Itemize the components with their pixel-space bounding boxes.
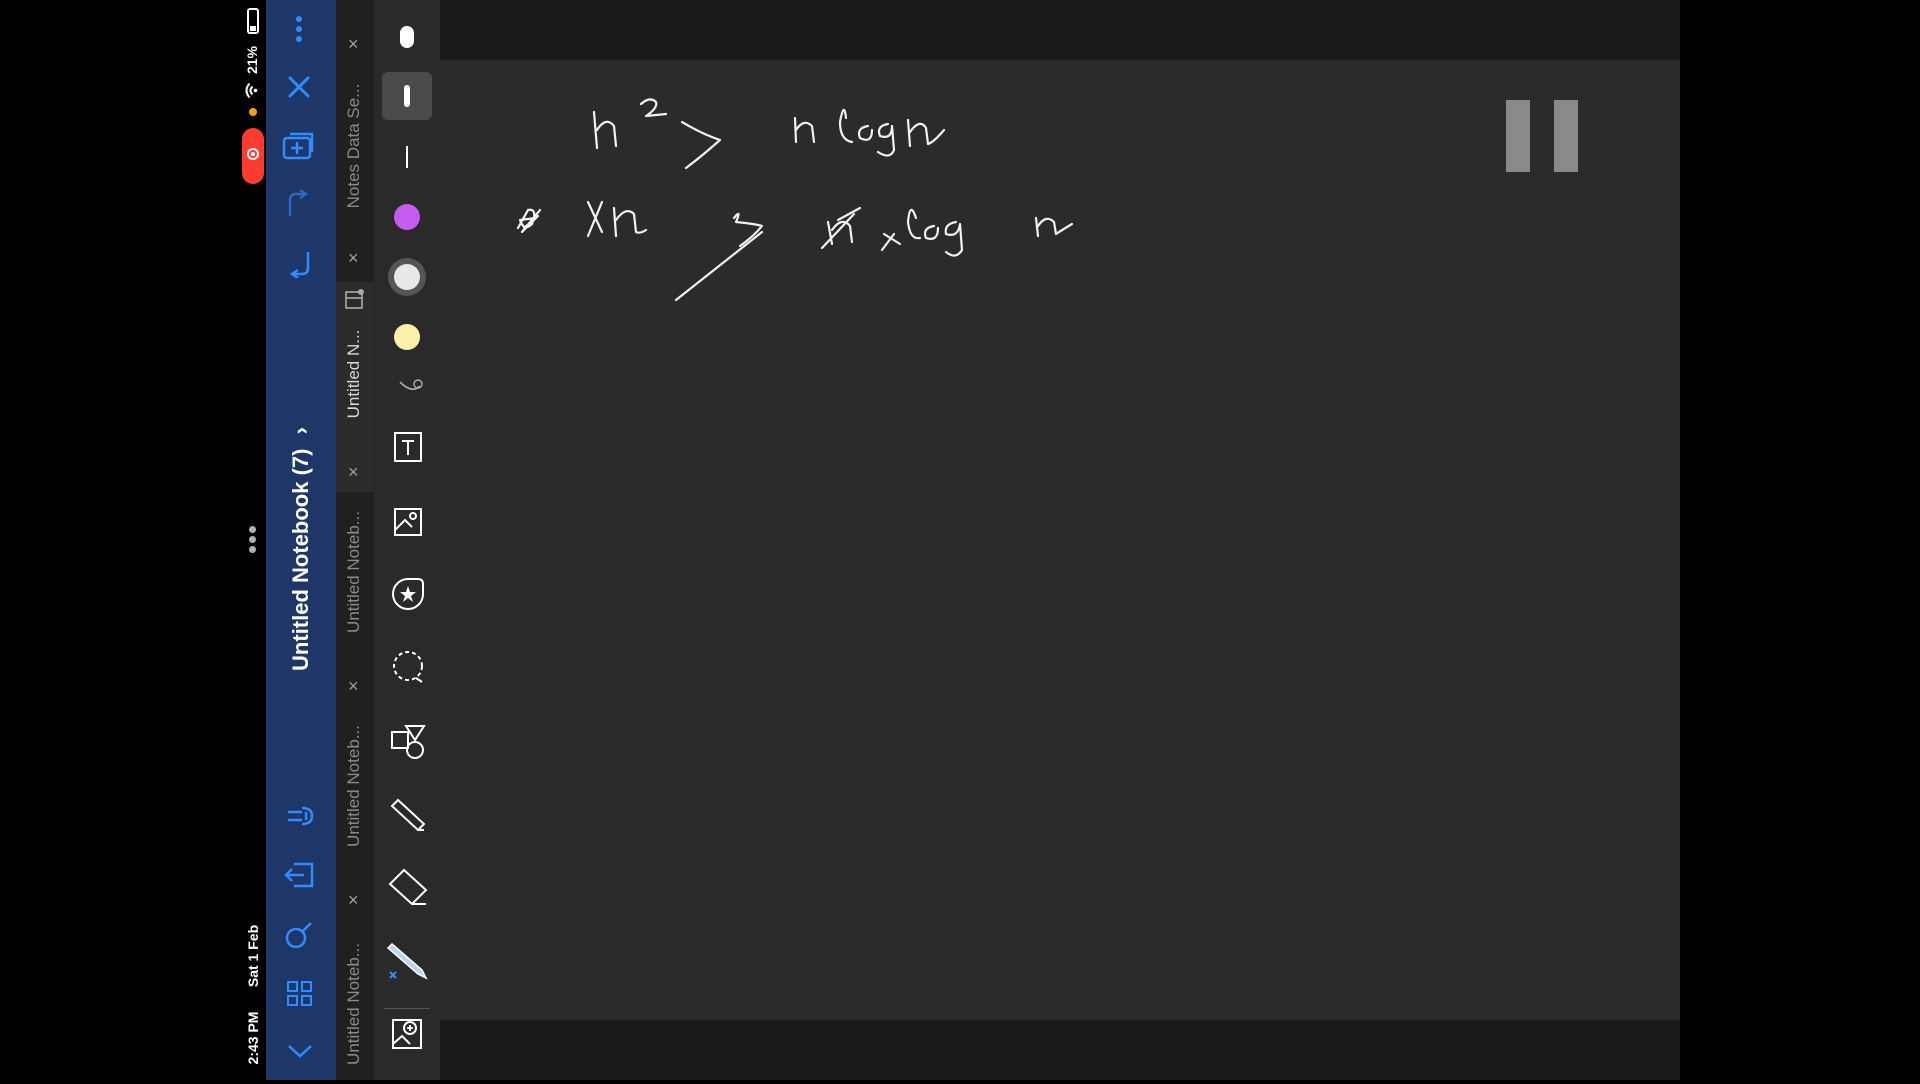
tab-strip: × Notes Data Se... × Untitled N... × Unt… (336, 0, 374, 1080)
ink-o (857, 124, 874, 141)
note-canvas[interactable] (440, 60, 1680, 1020)
drawing-toolbar (374, 0, 440, 1080)
handwriting-layer (516, 98, 1074, 302)
search-icon[interactable] (284, 920, 314, 955)
shapes-tool-icon[interactable] (390, 724, 428, 765)
pen-size-small[interactable] (406, 146, 408, 168)
tab-notes-data[interactable]: Notes Data Se... (344, 66, 364, 226)
ink-n (592, 110, 618, 150)
tab-untitled-4[interactable]: Untitled Noteb... (344, 924, 364, 1084)
tab-close-icon[interactable]: × (348, 676, 359, 697)
color-purple[interactable] (394, 204, 420, 230)
ink-o (923, 224, 940, 240)
ink-x (586, 200, 604, 238)
status-time: 2:43 PM (245, 1011, 261, 1065)
color-white[interactable] (388, 258, 426, 296)
tab-close-icon[interactable]: × (348, 34, 359, 55)
pen-tool-icon[interactable] (386, 940, 430, 987)
more-icon[interactable] (296, 16, 302, 42)
canvas-top-margin (440, 0, 1680, 60)
export-icon[interactable] (284, 860, 316, 895)
ink-g (944, 220, 964, 257)
close-icon[interactable] (286, 74, 312, 105)
undo-icon[interactable] (284, 248, 314, 283)
wifi-icon (245, 82, 262, 99)
tab-untitled-current[interactable]: Untitled N... (344, 294, 364, 454)
grid-icon[interactable] (286, 980, 314, 1013)
ink-greater-than-small (732, 212, 764, 248)
tab-close-icon[interactable]: × (348, 248, 359, 269)
multitask-handle-icon[interactable] (249, 526, 256, 553)
pen-size-large[interactable] (400, 26, 414, 48)
highlighter-tool-icon[interactable] (390, 796, 428, 837)
battery-percent: 21% (244, 45, 260, 75)
image-tool-icon[interactable] (392, 506, 424, 543)
mic-indicator-dot (249, 108, 257, 116)
redo-icon[interactable] (284, 188, 314, 225)
sticker-tool-icon[interactable] (390, 576, 426, 617)
collapse-icon[interactable] (286, 1042, 314, 1065)
ink-g (876, 122, 896, 157)
canvas-bottom-margin (440, 1020, 1680, 1080)
chevron-right-icon: › (288, 427, 313, 435)
tab-untitled-2[interactable]: Untitled Noteb... (344, 492, 364, 652)
color-yellow[interactable] (394, 324, 420, 350)
status-date: Sat 1 Feb (245, 924, 261, 988)
battery-icon (247, 8, 259, 34)
pen-size-medium[interactable] (382, 72, 432, 120)
ink-n (793, 116, 816, 144)
status-bar: 21% Sat 1 Feb 2:43 PM (240, 0, 266, 1080)
ink-superscript-2 (639, 98, 668, 118)
ink-l (838, 108, 854, 144)
pause-icon[interactable] (1506, 100, 1580, 174)
eraser-tool-icon[interactable] (388, 868, 428, 911)
add-media-tool-icon[interactable] (390, 1016, 424, 1057)
lasso-tool-icon[interactable] (390, 650, 426, 689)
tab-close-icon[interactable]: × (348, 890, 359, 911)
stroke-style-icon[interactable] (398, 376, 424, 401)
tab-close-icon[interactable]: × (348, 462, 359, 483)
ink-n (1034, 216, 1074, 238)
ink-slash-line (674, 230, 764, 302)
notebook-title-text: Untitled Notebook (7) (288, 448, 313, 671)
ink-x (880, 232, 902, 252)
screen-record-indicator[interactable] (242, 128, 264, 184)
add-page-icon[interactable] (282, 130, 316, 167)
ink-scratched-n (820, 206, 862, 250)
notebook-title[interactable]: Untitled Notebook (7) › (288, 404, 314, 694)
ink-n (906, 118, 946, 148)
notebook-sidebar: Untitled Notebook (7) › (266, 0, 336, 1080)
text-tool-icon[interactable] (392, 430, 424, 469)
ink-n (612, 206, 648, 238)
tab-untitled-3[interactable]: Untitled Noteb... (344, 706, 364, 866)
ink-greater-than (680, 120, 722, 170)
toolbar-divider (384, 1008, 430, 1009)
ink-l (906, 208, 922, 240)
link-icon[interactable] (284, 802, 316, 835)
ink-scratched-letter (516, 208, 542, 234)
